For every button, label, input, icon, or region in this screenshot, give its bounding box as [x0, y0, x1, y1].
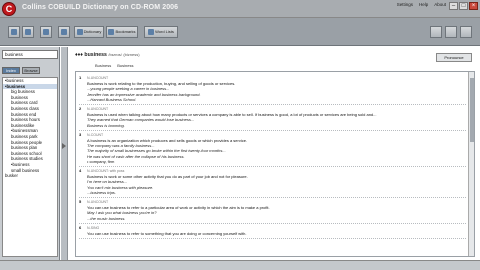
- search-button[interactable]: [58, 26, 70, 38]
- subtab-1[interactable]: Business: [95, 63, 111, 68]
- sense-number: 2: [79, 106, 82, 112]
- scrollbar-thumb[interactable]: [470, 78, 474, 142]
- back-button[interactable]: [8, 26, 20, 38]
- entry-content: 1 N-UNCOUNT Business is work relating to t…: [75, 71, 475, 257]
- sense-block: 4 N-UNCOUNT: with poss Business is work or…: [79, 167, 466, 199]
- example-sentence: Business is booming.: [87, 122, 125, 128]
- bookmarks-button[interactable]: Bookmarks: [106, 26, 138, 38]
- word-list[interactable]: •business •business big business business bu…: [2, 77, 58, 257]
- minimize-button[interactable]: –: [449, 2, 458, 10]
- book-icon: [76, 28, 83, 35]
- grammar-label: N-UNCOUNT: [87, 76, 109, 80]
- close-button[interactable]: ×: [469, 2, 478, 10]
- home-icon: [42, 28, 49, 35]
- list-item[interactable]: busker: [3, 173, 57, 179]
- word-index-pane: business Index Browse •business •business…: [0, 47, 60, 260]
- pronounce-button[interactable]: Pronounce: [436, 53, 472, 62]
- synonyms[interactable]: • company, firm: [79, 159, 466, 164]
- sense-number: 6: [79, 224, 82, 230]
- sense-number: 5: [79, 199, 82, 205]
- search-input[interactable]: business: [2, 50, 58, 59]
- dictionary-button[interactable]: Dictionary: [74, 26, 104, 38]
- menu-about[interactable]: About: [434, 2, 446, 7]
- bookmark-icon: [108, 28, 115, 35]
- forward-button[interactable]: [22, 26, 34, 38]
- word-lists-button[interactable]: Word Lists: [144, 26, 178, 38]
- example-sentence: ...Harvard Business School.: [87, 96, 137, 102]
- sense-number: 1: [79, 75, 82, 80]
- pane-splitter[interactable]: [61, 47, 68, 260]
- pronunciation: /bɪznɪs/: [108, 52, 122, 57]
- subtab-2[interactable]: Business: [117, 63, 133, 68]
- window-title: Collins COBUILD Dictionary on CD-ROM 200…: [22, 4, 179, 11]
- copy-button[interactable]: [445, 26, 457, 38]
- grammar-label: N-UNCOUNT: [87, 200, 109, 205]
- options-button[interactable]: [460, 26, 472, 38]
- definition-text: You can use business to refer to somethi…: [87, 231, 247, 237]
- tab-index[interactable]: Index: [2, 67, 20, 74]
- sense-block: 1 N-UNCOUNT Business is work relating to t…: [79, 74, 466, 106]
- index-tabs: Index Browse: [2, 67, 40, 74]
- menu-help[interactable]: Help: [419, 2, 428, 7]
- entry-header: ♦♦♦ business /bɪznɪs/ (bizness): [75, 52, 140, 58]
- sense-block: 3 N-COUNT A business is an organization wh…: [79, 131, 466, 168]
- menu-bar: Settings Help About: [397, 2, 446, 7]
- grammar-label: N-SING: [87, 225, 100, 230]
- collins-logo-icon: C: [2, 2, 16, 16]
- sense-block: 2 N-UNCOUNT Business is used when talking …: [79, 105, 466, 131]
- maximize-button[interactable]: □: [459, 2, 468, 10]
- home-button[interactable]: [40, 26, 52, 38]
- title-bar: C Collins COBUILD Dictionary on CD-ROM 2…: [0, 0, 480, 18]
- sense-number: 4: [79, 168, 82, 174]
- tab-browse[interactable]: Browse: [22, 67, 40, 74]
- example-sentence: ...business trips.: [87, 189, 116, 195]
- search-icon: [60, 28, 67, 35]
- headword: business: [84, 52, 107, 58]
- grammar-label: N-UNCOUNT: [87, 107, 109, 112]
- print-button[interactable]: [430, 26, 442, 38]
- entry-pane: ♦♦♦ business /bɪznɪs/ (bizness) Pronounc…: [69, 47, 480, 260]
- list-icon: [148, 28, 155, 35]
- sense-block: 5 N-UNCOUNT You can use business to refer …: [79, 198, 466, 224]
- grammar-label: N-UNCOUNT: with poss: [87, 169, 125, 174]
- menu-settings[interactable]: Settings: [397, 2, 413, 7]
- toolbar: Dictionary Bookmarks Word Lists: [0, 18, 480, 46]
- status-bar: [0, 260, 480, 270]
- back-arrow-icon: [10, 28, 17, 35]
- sense-number: 3: [79, 131, 82, 137]
- sense-list: 1 N-UNCOUNT Business is work relating to t…: [76, 72, 469, 256]
- grammar-label: N-COUNT: [87, 132, 104, 137]
- sense-block: 6 N-SING You can use business to refer to …: [79, 224, 466, 240]
- frequency-diamonds: ♦♦♦: [75, 52, 83, 58]
- example-sentence: ...the music business.: [87, 215, 126, 221]
- forward-arrow-icon: [24, 28, 31, 35]
- vertical-scrollbar[interactable]: [468, 72, 474, 256]
- collapse-arrow-icon[interactable]: [62, 143, 66, 149]
- extra-form: (bizness): [123, 52, 140, 57]
- entry-subtabs: Business Business: [95, 63, 133, 68]
- window-controls: – □ ×: [449, 2, 478, 10]
